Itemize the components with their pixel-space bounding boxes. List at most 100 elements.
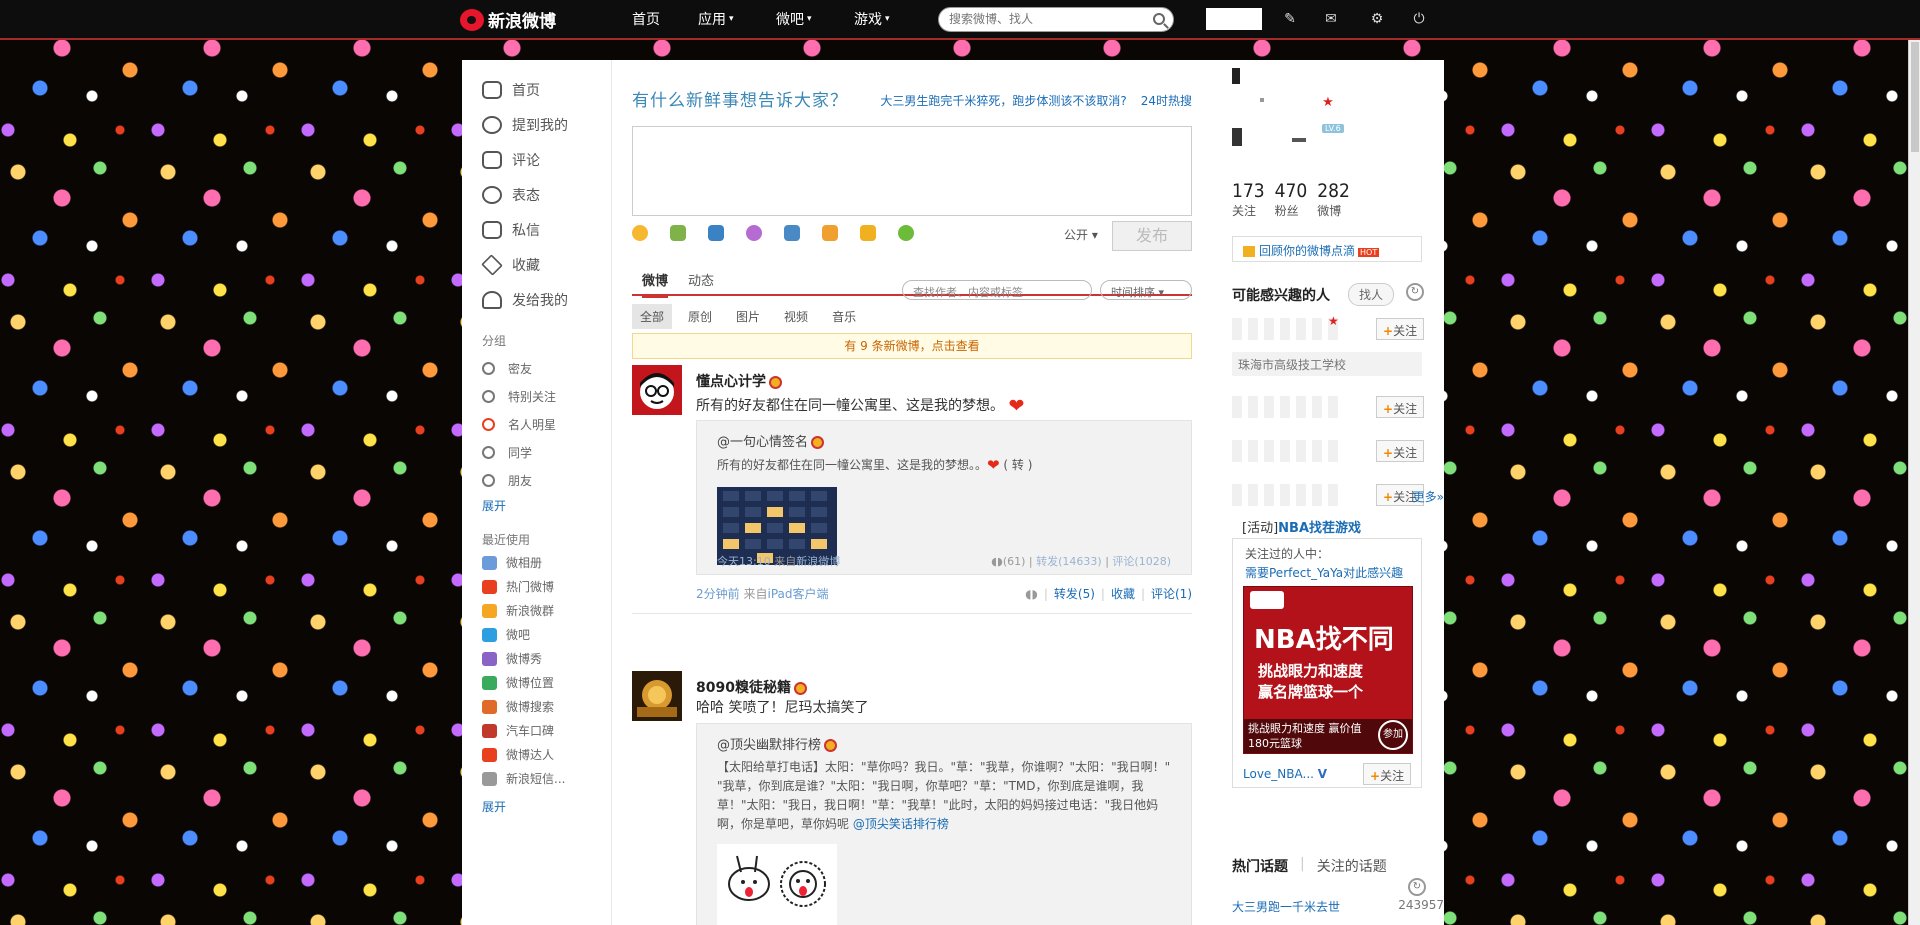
group-item-special[interactable]: 特别关注 <box>482 388 556 405</box>
follow-button[interactable]: +关注 <box>1376 396 1425 418</box>
nav-home[interactable]: 首页 <box>632 0 660 38</box>
repost-image[interactable] <box>717 844 837 925</box>
post-source[interactable]: iPad客户端 <box>767 587 828 601</box>
post-time[interactable]: 2分钟前 <box>696 587 740 601</box>
repost-author[interactable]: @顶尖幽默排行榜 <box>717 734 838 753</box>
recent-app-item[interactable]: 微博达人 <box>482 746 554 763</box>
avatar[interactable] <box>632 671 682 721</box>
repost-time[interactable]: 今天13:10 <box>717 555 771 568</box>
recall-link[interactable]: 回顾你的微博点滴 HOT <box>1232 236 1422 262</box>
search-icon[interactable] <box>1153 13 1165 25</box>
feed-search-input[interactable]: 查找作者、内容或标签 <box>902 280 1092 300</box>
stat-following[interactable]: 173 关注 <box>1232 180 1265 219</box>
group-item-classmates[interactable]: 同学 <box>482 444 532 461</box>
recent-app-item[interactable]: 汽车口碑 <box>482 722 554 739</box>
scrollbar-thumb[interactable] <box>1911 42 1919 152</box>
suggested-user-info[interactable] <box>1232 484 1342 506</box>
nba-ad-banner[interactable]: NBA找不同 挑战眼力和速度 赢名牌篮球一个 挑战眼力和速度 赢价值 180元篮球 … <box>1243 586 1413 754</box>
sidebar-item-home[interactable]: 首页 <box>482 80 540 100</box>
stat-followers[interactable]: 470 粉丝 <box>1275 180 1308 219</box>
nav-weiba[interactable]: 微吧 ▾ <box>776 0 812 38</box>
recent-app-item[interactable]: 微博搜索 <box>482 698 554 715</box>
more-suggestions-link[interactable]: 更多» <box>1413 488 1444 505</box>
follow-button[interactable]: +关注 <box>1376 440 1425 462</box>
topic-row[interactable]: 243957 大三男跑一千米去世 <box>1232 898 1444 915</box>
power-icon[interactable]: ⏻ <box>1410 11 1428 27</box>
follow-button[interactable]: +关注 <box>1363 763 1412 785</box>
username-link[interactable] <box>1206 8 1262 30</box>
group-item-friends[interactable]: 朋友 <box>482 472 532 489</box>
follow-button[interactable]: +关注 <box>1376 318 1425 340</box>
sidebar-item-messages[interactable]: 私信 <box>482 220 540 240</box>
recent-app-item[interactable]: 微相册 <box>482 554 542 571</box>
forward-link[interactable]: 转发(5) <box>1054 587 1095 601</box>
repost-like-count[interactable]: (61) <box>1003 555 1026 568</box>
recent-app-item[interactable]: 新浪短信... <box>482 770 565 787</box>
tab-activity[interactable]: 动态 <box>688 270 714 289</box>
hot-topic-link[interactable]: 大三男生跑完千米猝死，跑步体测该不该取消? <box>880 94 1126 108</box>
mail-icon[interactable]: ✉ <box>1322 11 1340 27</box>
post-author[interactable]: 8090糗徒秘籍 <box>696 677 807 697</box>
repost-comment-link[interactable]: 评论(1028) <box>1112 555 1171 568</box>
suggested-user-info[interactable] <box>1232 396 1342 418</box>
publish-button[interactable]: 发布 <box>1112 221 1192 251</box>
nav-games[interactable]: 游戏 ▾ <box>854 0 890 38</box>
hot-search-link[interactable]: 24时热搜 <box>1141 94 1192 108</box>
recent-expand-link[interactable]: 展开 <box>482 798 506 815</box>
topic-icon[interactable] <box>784 225 800 241</box>
music-icon[interactable] <box>746 225 762 241</box>
mention-link[interactable]: @顶尖笑话排行榜 <box>853 817 949 831</box>
comment-link[interactable]: 评论(1) <box>1151 587 1192 601</box>
avatar[interactable] <box>632 365 682 415</box>
sidebar-item-comments[interactable]: 评论 <box>482 150 540 170</box>
more-icon[interactable] <box>898 225 914 241</box>
suggested-user-info[interactable] <box>1232 318 1342 340</box>
video-icon[interactable] <box>708 225 724 241</box>
activity-name-link[interactable]: NBA找茬游戏 <box>1278 521 1361 536</box>
tab-hot-topics[interactable]: 热门话题 <box>1232 856 1288 876</box>
like-icon[interactable]: ◖◗ <box>991 555 1003 568</box>
tab-weibo[interactable]: 微博 <box>642 270 669 298</box>
like-icon[interactable]: ◖◗ <box>1025 587 1038 601</box>
repost-author[interactable]: @一句心情签名 <box>717 431 825 450</box>
gift-icon[interactable] <box>860 225 876 241</box>
sort-select[interactable]: 时间排序 ▾ <box>1100 280 1192 300</box>
subtab-video[interactable]: 视频 <box>776 304 816 329</box>
publisher-textarea[interactable] <box>632 126 1192 216</box>
edit-icon[interactable]: ✎ <box>1281 11 1299 27</box>
favorite-link[interactable]: 收藏 <box>1111 587 1135 601</box>
subtab-all[interactable]: 全部 <box>632 304 673 329</box>
weibo-logo[interactable]: 新浪微博 <box>460 7 556 32</box>
activity-user-link[interactable]: Love_NBA... V <box>1243 767 1327 781</box>
subtab-original[interactable]: 原创 <box>680 304 720 329</box>
recent-app-item[interactable]: 微博位置 <box>482 674 554 691</box>
group-expand-link[interactable]: 展开 <box>482 497 506 514</box>
group-item-celebrities[interactable]: 名人明星 <box>482 416 556 433</box>
nav-apps[interactable]: 应用 ▾ <box>698 0 734 38</box>
user-avatar[interactable]: ★ <box>1232 68 1342 150</box>
sidebar-item-mentions[interactable]: 提到我的 <box>482 115 568 135</box>
repost-source[interactable]: 新浪微博 <box>796 555 840 568</box>
recent-app-item[interactable]: 微吧 <box>482 626 530 643</box>
visibility-select[interactable]: 公开 ▾ <box>1064 226 1098 243</box>
refresh-icon[interactable]: ↻ <box>1406 283 1424 301</box>
recent-app-item[interactable]: 新浪微群 <box>482 602 554 619</box>
page-scrollbar[interactable] <box>1908 40 1920 925</box>
activity-interest-link[interactable]: 需要Perfect_YaYa对此感兴趣 <box>1245 564 1403 581</box>
subtab-images[interactable]: 图片 <box>728 304 768 329</box>
find-people-button[interactable]: 找人 <box>1348 283 1395 306</box>
vote-icon[interactable] <box>822 225 838 241</box>
gear-icon[interactable]: ⚙ <box>1368 11 1386 27</box>
refresh-icon[interactable]: ↻ <box>1408 878 1426 896</box>
repost-forward-link[interactable]: 转发(14633) <box>1036 555 1102 568</box>
image-icon[interactable] <box>670 225 686 241</box>
suggested-user-info[interactable] <box>1232 440 1342 462</box>
emoji-icon[interactable] <box>632 225 648 241</box>
sidebar-item-favorites[interactable]: 收藏 <box>481 254 540 276</box>
sidebar-item-reactions[interactable]: 表态 <box>482 185 540 205</box>
group-item-close-friends[interactable]: 密友 <box>482 360 532 377</box>
recent-app-item[interactable]: 热门微博 <box>482 578 554 595</box>
search-input[interactable] <box>949 12 1139 26</box>
sidebar-item-sent-to-me[interactable]: 发给我的 <box>482 290 568 310</box>
tab-followed-topics[interactable]: 关注的话题 <box>1317 856 1387 876</box>
